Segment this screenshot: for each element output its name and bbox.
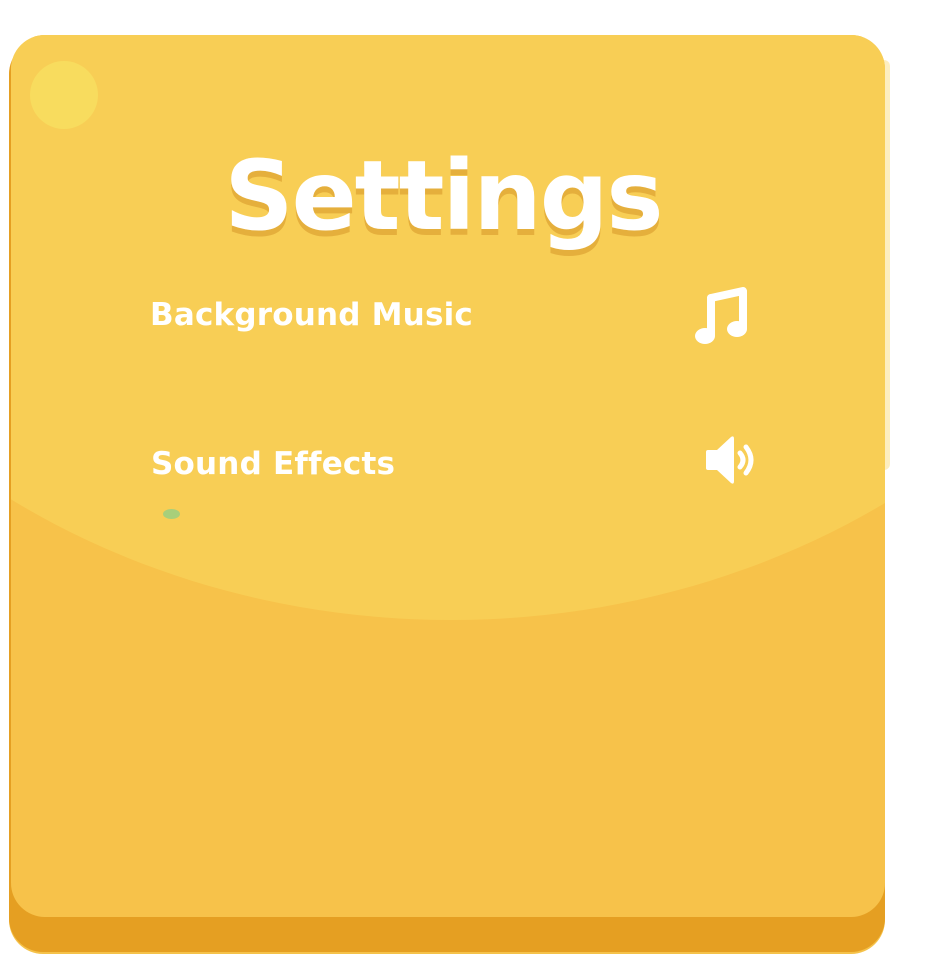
game-screen: Settings Background Music Sound Effects (0, 0, 932, 964)
settings-title: Settings (224, 140, 663, 252)
background-music-label: Background Music (150, 297, 474, 333)
corner-decoration-dot (30, 61, 98, 129)
music-note-icon (695, 287, 747, 344)
decorative-green-dot (163, 509, 180, 519)
sound-effects-toggle[interactable] (697, 428, 761, 492)
background-music-toggle[interactable] (690, 284, 754, 348)
speaker-icon (706, 436, 754, 484)
sound-effects-label: Sound Effects (151, 446, 396, 482)
